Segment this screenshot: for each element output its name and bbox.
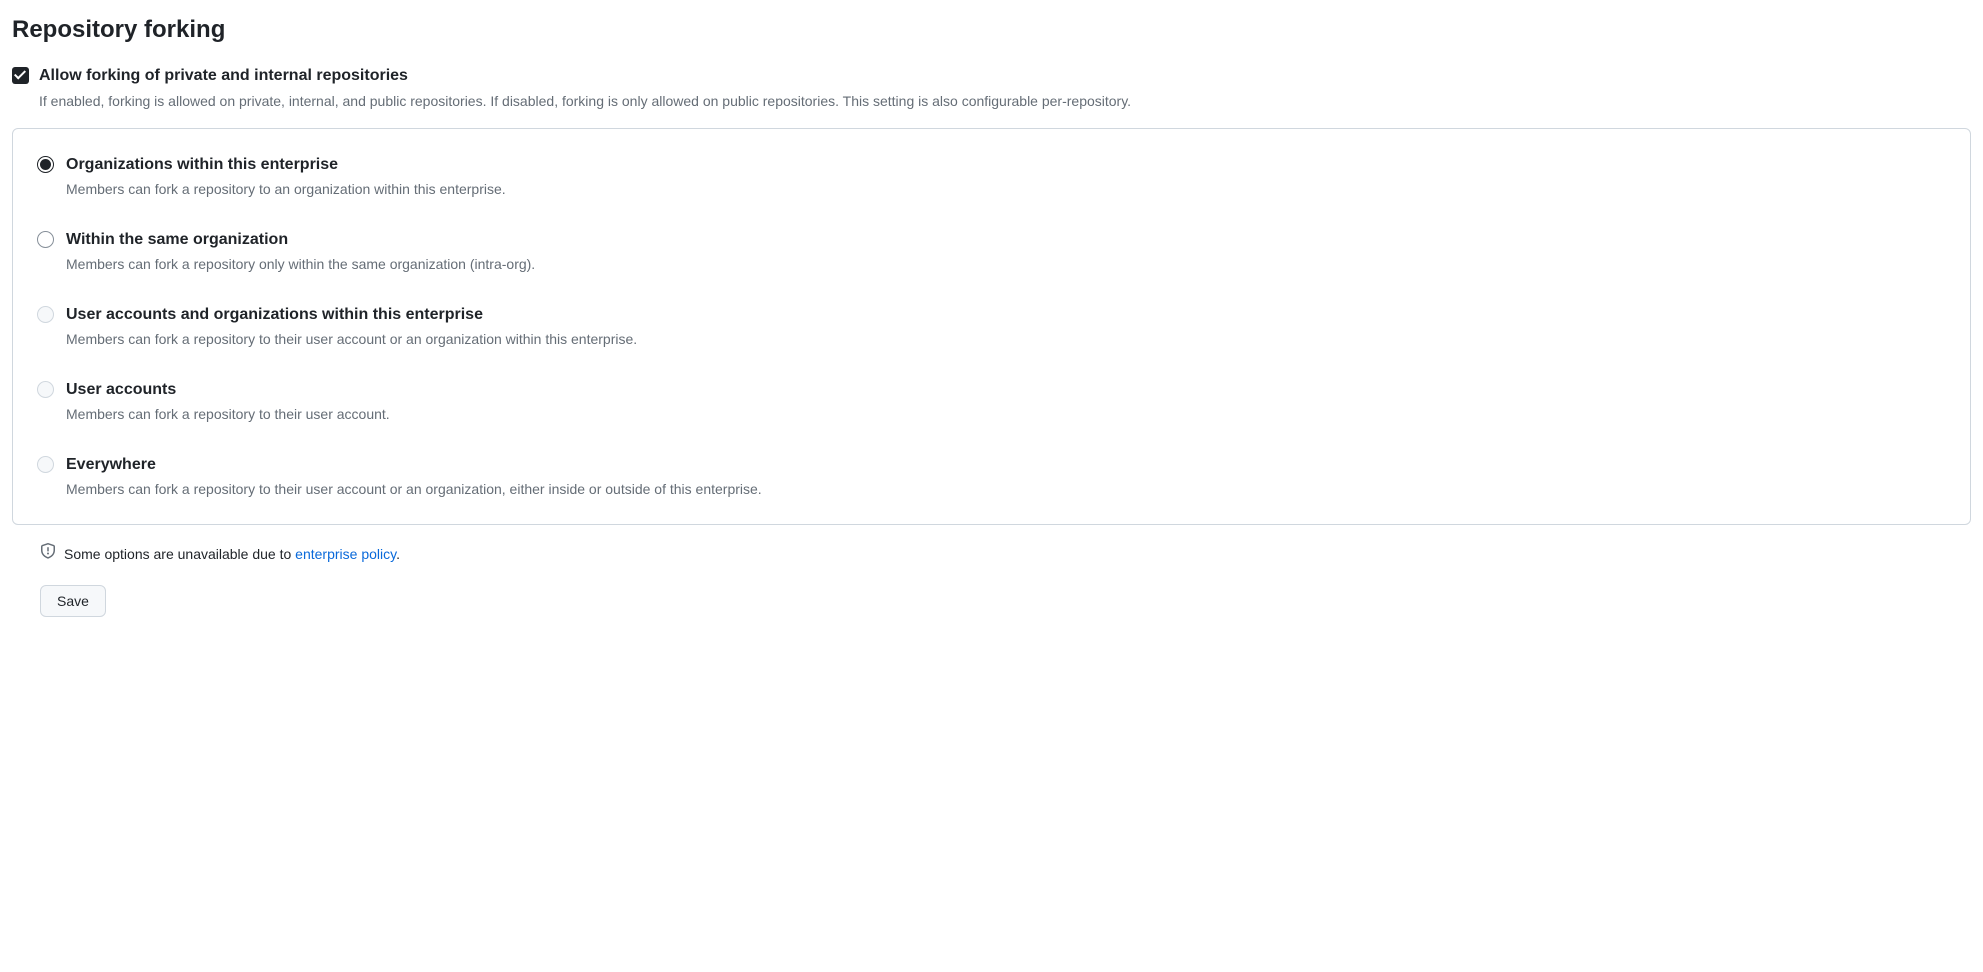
radio-content: Organizations within this enterprise Mem… <box>66 153 1946 200</box>
radio-label[interactable]: Organizations within this enterprise <box>66 153 1946 177</box>
radio-label[interactable]: Within the same organization <box>66 228 1946 252</box>
allow-forking-description: If enabled, forking is allowed on privat… <box>39 90 1971 112</box>
shield-alert-icon <box>40 543 56 565</box>
radio-same-org[interactable] <box>37 231 54 248</box>
radio-label[interactable]: User accounts and organizations within t… <box>66 303 1946 327</box>
allow-forking-label[interactable]: Allow forking of private and internal re… <box>39 64 1971 88</box>
radio-description: Members can fork a repository only withi… <box>66 254 1946 275</box>
allow-forking-checkbox-row: Allow forking of private and internal re… <box>12 64 1971 112</box>
allow-forking-content: Allow forking of private and internal re… <box>39 64 1971 112</box>
radio-content: User accounts and organizations within t… <box>66 303 1946 350</box>
radio-label[interactable]: User accounts <box>66 378 1946 402</box>
radio-description: Members can fork a repository to an orga… <box>66 179 1946 200</box>
radio-content: Everywhere Members can fork a repository… <box>66 453 1946 500</box>
radio-option-everywhere: Everywhere Members can fork a repository… <box>37 453 1946 500</box>
radio-description: Members can fork a repository to their u… <box>66 404 1946 425</box>
radio-everywhere[interactable] <box>37 456 54 473</box>
allow-forking-checkbox[interactable] <box>12 67 29 84</box>
notice-suffix: . <box>396 546 400 562</box>
policy-notice-row: Some options are unavailable due to ente… <box>12 543 1971 565</box>
enterprise-policy-link[interactable]: enterprise policy <box>295 546 396 562</box>
radio-content: Within the same organization Members can… <box>66 228 1946 275</box>
radio-option-orgs-enterprise: Organizations within this enterprise Mem… <box>37 153 1946 200</box>
policy-notice-text: Some options are unavailable due to ente… <box>64 544 400 565</box>
notice-prefix: Some options are unavailable due to <box>64 546 295 562</box>
radio-description: Members can fork a repository to their u… <box>66 479 1946 500</box>
radio-user-accounts[interactable] <box>37 381 54 398</box>
radio-user-orgs-enterprise[interactable] <box>37 306 54 323</box>
radio-content: User accounts Members can fork a reposit… <box>66 378 1946 425</box>
radio-option-same-org: Within the same organization Members can… <box>37 228 1946 275</box>
radio-orgs-enterprise[interactable] <box>37 156 54 173</box>
section-title: Repository forking <box>12 12 1971 48</box>
radio-option-user-orgs-enterprise: User accounts and organizations within t… <box>37 303 1946 350</box>
radio-label[interactable]: Everywhere <box>66 453 1946 477</box>
save-button[interactable]: Save <box>40 585 106 617</box>
forking-options-group: Organizations within this enterprise Mem… <box>12 128 1971 525</box>
radio-description: Members can fork a repository to their u… <box>66 329 1946 350</box>
radio-option-user-accounts: User accounts Members can fork a reposit… <box>37 378 1946 425</box>
